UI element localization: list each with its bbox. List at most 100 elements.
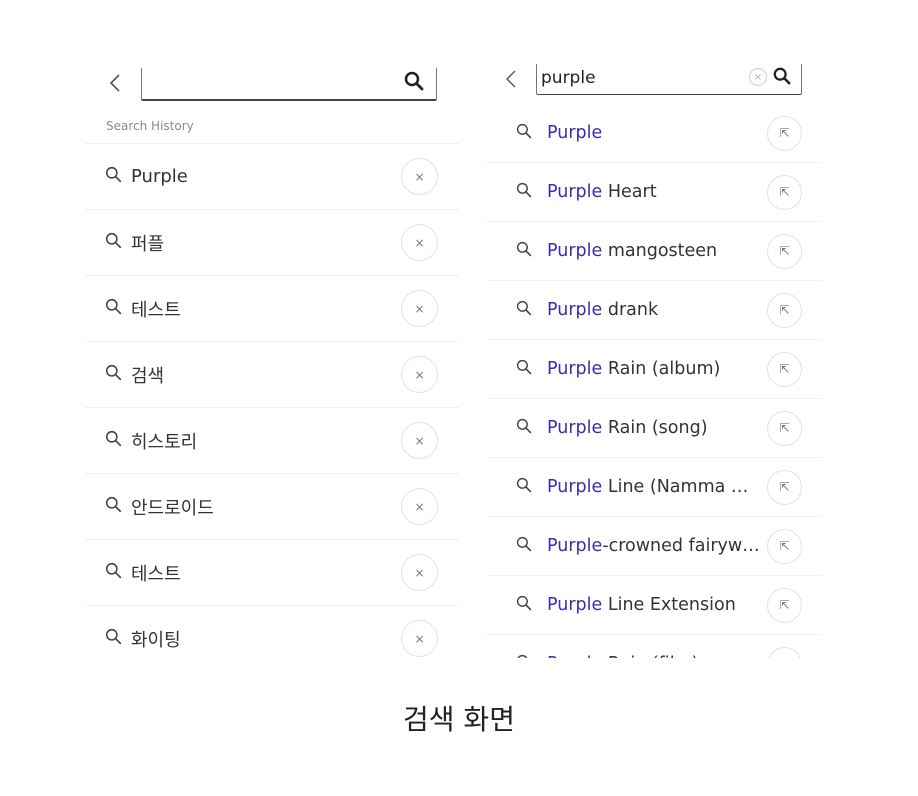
insert-suggestion-arrow-icon[interactable]: ⇱ — [767, 292, 802, 328]
insert-suggestion-arrow-icon[interactable]: ⇱ — [767, 469, 802, 505]
suggestion-rest: mangosteen — [602, 241, 718, 261]
search-field[interactable] — [141, 68, 437, 101]
suggestion-item[interactable]: Purple Rain (album) ⇱ — [486, 340, 822, 399]
history-item-label: Purple — [131, 166, 188, 187]
search-icon — [516, 123, 532, 143]
remove-history-button[interactable]: × — [401, 422, 438, 459]
suggestion-rest: Line Extension — [602, 595, 736, 615]
insert-suggestion-arrow-icon[interactable]: ⇱ — [767, 174, 802, 210]
search-icon — [516, 418, 532, 438]
suggestion-item[interactable]: Purple Line Extension ⇱ — [486, 576, 822, 635]
history-item[interactable]: 테스트 × — [85, 276, 459, 342]
history-item-label: 검색 — [131, 365, 165, 387]
suggestion-match: Purple — [547, 182, 603, 202]
suggestion-label: Purple drank — [547, 300, 658, 320]
search-icon — [105, 232, 122, 253]
suggestion-label: Purple Rain (film) — [547, 654, 698, 658]
search-icon[interactable] — [404, 71, 424, 95]
suggestion-item[interactable]: Purple ⇱ — [486, 104, 822, 163]
search-icon — [105, 298, 122, 319]
suggestion-item[interactable]: Purple drank ⇱ — [486, 281, 822, 340]
history-item-label: 안드로이드 — [131, 497, 214, 519]
suggestion-item[interactable]: Purple mangosteen ⇱ — [486, 222, 822, 281]
search-header: × — [486, 58, 822, 104]
search-icon — [105, 496, 122, 517]
suggestion-rest: Rain (film) — [602, 654, 699, 658]
search-suggestion-screen: × Purple ⇱ Purple Heart ⇱ Purple mangosteen ⇱… — [486, 58, 822, 658]
suggestion-rest: Heart — [602, 182, 657, 202]
remove-history-button[interactable]: × — [401, 554, 438, 591]
suggestion-item[interactable]: Purple Rain (film) ⇱ — [486, 635, 822, 658]
suggestion-rest: Rain (song) — [602, 418, 708, 438]
search-input[interactable] — [146, 70, 346, 94]
clear-query-button[interactable]: × — [749, 68, 767, 86]
search-history-label: Search History — [106, 119, 194, 133]
insert-suggestion-arrow-icon[interactable]: ⇱ — [767, 233, 802, 269]
history-item-label: 퍼플 — [131, 233, 165, 255]
history-item-label: 히스토리 — [131, 431, 198, 453]
search-icon — [516, 654, 532, 658]
insert-suggestion-arrow-icon[interactable]: ⇱ — [767, 646, 802, 658]
suggestion-label: Purple Rain (song) — [547, 418, 708, 438]
search-header — [85, 60, 459, 106]
insert-suggestion-arrow-icon[interactable]: ⇱ — [767, 528, 802, 564]
remove-history-button[interactable]: × — [401, 356, 438, 393]
suggestion-label: Purple Line Extension — [547, 595, 736, 615]
back-chevron-icon[interactable] — [109, 73, 121, 97]
suggestion-match: Purple — [547, 123, 603, 143]
suggestion-match: Purple — [547, 477, 603, 497]
insert-suggestion-arrow-icon[interactable]: ⇱ — [767, 115, 802, 151]
remove-history-button[interactable]: × — [401, 488, 438, 525]
remove-history-button[interactable]: × — [401, 224, 438, 261]
suggestion-item[interactable]: Purple Line (Namma Met...⇱ — [486, 458, 822, 517]
remove-history-button[interactable]: × — [401, 290, 438, 327]
suggestion-rest: drank — [602, 300, 659, 320]
suggestion-label: Purple mangosteen — [547, 241, 717, 261]
history-item[interactable]: 화이팅 × — [85, 606, 459, 666]
back-chevron-icon[interactable] — [506, 70, 516, 92]
remove-history-button[interactable]: × — [401, 620, 438, 657]
suggestion-label: Purple-crowned fairywren — [547, 536, 762, 556]
history-item[interactable]: Purple × — [85, 144, 459, 210]
search-icon — [105, 562, 122, 583]
suggestion-match: Purple — [547, 359, 603, 379]
history-item-label: 테스트 — [131, 299, 181, 321]
search-history-list: Purple × 퍼플 × 테스트 × 검색 × 히스토리 × 안드로이드 × 테스트 × 화이팅 × — [85, 143, 459, 666]
suggestion-item[interactable]: Purple Rain (song) ⇱ — [486, 399, 822, 458]
page-caption: 검색 화면 — [403, 703, 515, 736]
search-field[interactable]: × — [536, 64, 802, 95]
search-icon — [516, 182, 532, 202]
suggestion-label: Purple Rain (album) — [547, 359, 720, 379]
insert-suggestion-arrow-icon[interactable]: ⇱ — [767, 587, 802, 623]
remove-history-button[interactable]: × — [401, 158, 438, 195]
history-item[interactable]: 안드로이드 × — [85, 474, 459, 540]
history-item[interactable]: 퍼플 × — [85, 210, 459, 276]
suggestion-match: Purple — [547, 300, 603, 320]
suggestion-label: Purple Line (Namma Met... — [547, 477, 762, 497]
history-item[interactable]: 테스트 × — [85, 540, 459, 606]
search-icon — [516, 241, 532, 261]
search-icon — [105, 628, 122, 649]
suggestion-rest: Rain (album) — [602, 359, 721, 379]
suggestion-item[interactable]: Purple-crowned fairywren ⇱ — [486, 517, 822, 576]
suggestion-item[interactable]: Purple Heart ⇱ — [486, 163, 822, 222]
search-icon — [105, 166, 122, 187]
search-icon — [516, 359, 532, 379]
search-icon — [105, 364, 122, 385]
history-item[interactable]: 검색 × — [85, 342, 459, 408]
search-icon[interactable] — [773, 67, 791, 89]
history-item-label: 테스트 — [131, 563, 181, 585]
search-icon — [105, 430, 122, 451]
search-icon — [516, 536, 532, 556]
suggestion-match: Purple — [547, 418, 603, 438]
suggestion-match: Purple — [547, 536, 603, 556]
insert-suggestion-arrow-icon[interactable]: ⇱ — [767, 351, 802, 387]
history-item[interactable]: 히스토리 × — [85, 408, 459, 474]
search-input[interactable] — [541, 66, 741, 90]
search-history-screen: Search History Purple × 퍼플 × 테스트 × 검색 × 히스토리 × 안드로… — [85, 60, 459, 666]
search-suggestion-list: Purple ⇱ Purple Heart ⇱ Purple mangosteen ⇱ Pu… — [486, 104, 822, 658]
insert-suggestion-arrow-icon[interactable]: ⇱ — [767, 410, 802, 446]
suggestion-label: Purple — [547, 123, 602, 143]
suggestion-rest: -crowned fairywren — [602, 536, 762, 556]
suggestion-label: Purple Heart — [547, 182, 657, 202]
